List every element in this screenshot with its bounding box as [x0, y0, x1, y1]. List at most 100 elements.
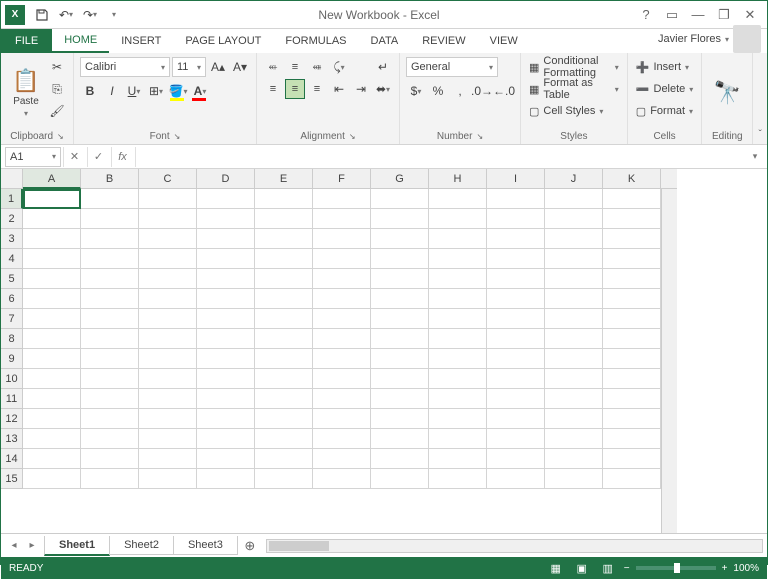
cell[interactable]: [487, 329, 545, 349]
column-header[interactable]: I: [487, 169, 545, 189]
cell[interactable]: [23, 409, 81, 429]
wrap-text-icon[interactable]: ↵: [373, 57, 393, 77]
cell[interactable]: [371, 229, 429, 249]
cell[interactable]: [23, 309, 81, 329]
cell[interactable]: [23, 369, 81, 389]
font-color-button[interactable]: A▾: [190, 81, 210, 101]
cell[interactable]: [139, 349, 197, 369]
cell[interactable]: [487, 389, 545, 409]
cell[interactable]: [487, 229, 545, 249]
cell[interactable]: [429, 429, 487, 449]
comma-format-icon[interactable]: ,: [450, 81, 470, 101]
cell[interactable]: [197, 389, 255, 409]
column-header[interactable]: E: [255, 169, 313, 189]
cell[interactable]: [255, 249, 313, 269]
cell[interactable]: [603, 309, 661, 329]
bold-button[interactable]: B: [80, 81, 100, 101]
row-header[interactable]: 5: [1, 269, 23, 289]
underline-button[interactable]: U▾: [124, 81, 144, 101]
cell[interactable]: [371, 329, 429, 349]
cell[interactable]: [23, 229, 81, 249]
row-header[interactable]: 3: [1, 229, 23, 249]
cell[interactable]: [81, 229, 139, 249]
horizontal-scrollbar[interactable]: [266, 539, 763, 553]
sheet-nav-next-icon[interactable]: ▸: [23, 536, 41, 556]
expand-formula-bar-icon[interactable]: ▾: [747, 151, 763, 162]
cell[interactable]: [603, 189, 661, 209]
row-header[interactable]: 6: [1, 289, 23, 309]
column-header[interactable]: K: [603, 169, 661, 189]
cell[interactable]: [371, 289, 429, 309]
cell[interactable]: [23, 289, 81, 309]
tab-view[interactable]: VIEW: [478, 29, 530, 53]
fill-color-button[interactable]: 🪣▾: [168, 81, 188, 101]
save-icon[interactable]: [31, 4, 53, 26]
cell-styles-button[interactable]: ▢Cell Styles▾: [527, 101, 621, 121]
cell[interactable]: [197, 349, 255, 369]
cell[interactable]: [487, 449, 545, 469]
zoom-slider[interactable]: [636, 566, 716, 570]
row-header[interactable]: 2: [1, 209, 23, 229]
column-header[interactable]: F: [313, 169, 371, 189]
cell[interactable]: [371, 449, 429, 469]
cell[interactable]: [23, 209, 81, 229]
column-header[interactable]: H: [429, 169, 487, 189]
zoom-out-icon[interactable]: −: [624, 563, 630, 574]
increase-decimal-icon[interactable]: .0→: [472, 81, 492, 101]
cell[interactable]: [313, 209, 371, 229]
column-header[interactable]: G: [371, 169, 429, 189]
cell[interactable]: [429, 329, 487, 349]
sheet-tab-2[interactable]: Sheet2: [109, 536, 174, 555]
normal-view-icon[interactable]: ▦: [546, 560, 566, 576]
cell[interactable]: [313, 289, 371, 309]
align-middle-icon[interactable]: ≡: [285, 57, 305, 77]
name-box[interactable]: A1▾: [5, 147, 61, 167]
cell[interactable]: [603, 449, 661, 469]
cell[interactable]: [487, 369, 545, 389]
sheet-tab-1[interactable]: Sheet1: [44, 536, 110, 556]
cell[interactable]: [429, 469, 487, 489]
row-header[interactable]: 15: [1, 469, 23, 489]
cell[interactable]: [139, 269, 197, 289]
cell[interactable]: [371, 209, 429, 229]
cell[interactable]: [81, 329, 139, 349]
minimize-icon[interactable]: —: [685, 4, 711, 26]
cell[interactable]: [255, 369, 313, 389]
close-icon[interactable]: ✕: [737, 4, 763, 26]
format-as-table-button[interactable]: ▦Format as Table▾: [527, 79, 621, 99]
row-header[interactable]: 10: [1, 369, 23, 389]
alignment-launcher-icon[interactable]: ↘: [349, 132, 356, 141]
sheet-nav-prev-icon[interactable]: ◂: [5, 536, 23, 556]
cell[interactable]: [197, 289, 255, 309]
cell[interactable]: [255, 229, 313, 249]
cell[interactable]: [255, 389, 313, 409]
add-sheet-icon[interactable]: ⊕: [238, 538, 262, 554]
cell[interactable]: [429, 449, 487, 469]
cell[interactable]: [255, 409, 313, 429]
row-header[interactable]: 4: [1, 249, 23, 269]
cell[interactable]: [371, 269, 429, 289]
conditional-formatting-button[interactable]: ▦Conditional Formatting▾: [527, 57, 621, 77]
cell[interactable]: [197, 469, 255, 489]
cell[interactable]: [23, 429, 81, 449]
cell[interactable]: [197, 409, 255, 429]
border-button[interactable]: ⊞▾: [146, 81, 166, 101]
cell[interactable]: [603, 289, 661, 309]
cell[interactable]: [429, 349, 487, 369]
cell[interactable]: [487, 429, 545, 449]
cell[interactable]: [603, 349, 661, 369]
cell[interactable]: [255, 469, 313, 489]
align-bottom-icon[interactable]: ⬵: [307, 57, 327, 77]
cell[interactable]: [23, 389, 81, 409]
cell[interactable]: [603, 209, 661, 229]
cell[interactable]: [371, 469, 429, 489]
font-name-combo[interactable]: Calibri▾: [80, 57, 170, 77]
cell[interactable]: [197, 249, 255, 269]
cell[interactable]: [255, 429, 313, 449]
zoom-in-icon[interactable]: +: [722, 563, 728, 574]
cell[interactable]: [139, 469, 197, 489]
find-select-button[interactable]: 🔭: [708, 57, 746, 129]
cell[interactable]: [81, 249, 139, 269]
collapse-ribbon-icon[interactable]: ˇ: [753, 53, 767, 144]
cell[interactable]: [603, 229, 661, 249]
